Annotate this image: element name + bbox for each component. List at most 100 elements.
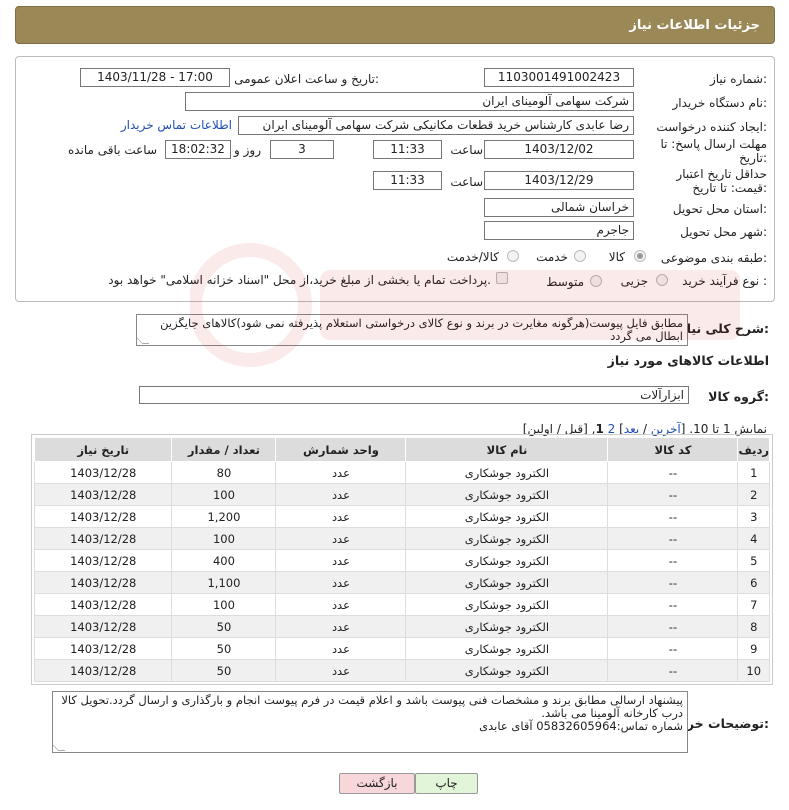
table-cell: 1403/12/28 xyxy=(33,461,173,484)
goods-group-label: گروه کالا: xyxy=(708,389,769,404)
table-cell: عدد xyxy=(275,615,407,638)
table-row: 6 -- الکترود جوشکاری عدد 1,100 1403/12/28 xyxy=(33,571,770,594)
requester-field: رضا عابدی کارشناس خرید قطعات مکانیکی شرک… xyxy=(238,116,634,135)
table-cell: 50 xyxy=(171,659,277,682)
table-cell: الکترود جوشکاری xyxy=(405,593,609,616)
column-header: نام کالا xyxy=(405,437,609,462)
table-cell: 1403/12/28 xyxy=(33,659,173,682)
table-cell: 100 xyxy=(171,593,277,616)
page-header: جزئیات اطلاعات نیاز xyxy=(15,6,775,44)
process-radio-minor[interactable] xyxy=(656,274,668,286)
category-radio-goods[interactable] xyxy=(634,250,646,262)
column-header: واحد شمارش xyxy=(275,437,407,462)
announce-field: 1403/11/28 - 17:00 xyxy=(80,68,230,87)
table-cell: 10 xyxy=(737,659,770,682)
table-cell: 1403/12/28 xyxy=(33,571,173,594)
need-number-field: 1103001491002423 xyxy=(484,68,634,87)
table-cell: 1,200 xyxy=(171,505,277,528)
table-cell: -- xyxy=(607,505,739,528)
table-cell: -- xyxy=(607,527,739,550)
table-cell: -- xyxy=(607,483,739,506)
announce-label: تاریخ و ساعت اعلان عمومی: xyxy=(234,72,379,86)
category-radio-both[interactable] xyxy=(507,250,519,262)
deadline-label: مهلت ارسال پاسخ: تا تاریخ: xyxy=(660,137,767,165)
table-cell: 50 xyxy=(171,637,277,660)
table-cell: الکترود جوشکاری xyxy=(405,461,609,484)
category-option-goods: کالا xyxy=(608,250,625,264)
requester-label: ایجاد کننده درخواست: xyxy=(656,120,767,134)
table-cell: 1403/12/28 xyxy=(33,505,173,528)
table-cell: 50 xyxy=(171,615,277,638)
table-cell: عدد xyxy=(275,461,407,484)
table-cell: 100 xyxy=(171,483,277,506)
column-header: تاریخ نیاز xyxy=(33,437,173,462)
page-title: جزئیات اطلاعات نیاز xyxy=(629,18,760,33)
table-cell: 6 xyxy=(737,571,770,594)
payment-note: پرداخت تمام یا بخشی از مبلغ خرید،از محل … xyxy=(108,273,491,287)
back-button[interactable]: بازگشت xyxy=(339,773,415,794)
goods-section-title: اطلاعات کالاهای مورد نیاز xyxy=(607,353,769,368)
table-cell: عدد xyxy=(275,505,407,528)
table-cell: 2 xyxy=(737,483,770,506)
column-header: تعداد / مقدار xyxy=(171,437,277,462)
deadline-time-label: ساعت xyxy=(450,143,483,157)
table-cell: عدد xyxy=(275,593,407,616)
table-cell: 5 xyxy=(737,549,770,572)
remaining-label: ساعت باقی مانده xyxy=(67,143,157,157)
table-cell: 1403/12/28 xyxy=(33,593,173,616)
table-cell: 1403/12/28 xyxy=(33,483,173,506)
table-header-row: ردیف کد کالا نام کالا واحد شمارش تعداد / مقد… xyxy=(33,437,770,462)
need-number-label: شماره نیاز: xyxy=(709,72,767,86)
summary-label: شرح کلی نیاز: xyxy=(679,321,770,336)
contact-link[interactable]: اطلاعات تماس خریدار xyxy=(121,118,232,132)
summary-textarea[interactable]: مطابق فایل پیوست(هرگونه مغایرت در برند و… xyxy=(136,314,688,346)
category-label: طبقه بندی موضوعی: xyxy=(660,251,767,265)
table-cell: -- xyxy=(607,549,739,572)
table-cell: الکترود جوشکاری xyxy=(405,615,609,638)
table-row: 4 -- الکترود جوشکاری عدد 100 1403/12/28 xyxy=(33,527,770,550)
column-header: ردیف xyxy=(737,437,770,462)
days-field: 3 xyxy=(270,140,334,159)
table-cell: 1403/12/28 xyxy=(33,637,173,660)
items-table: ردیف کد کالا نام کالا واحد شمارش تعداد / مقد… xyxy=(33,437,770,682)
table-cell: عدد xyxy=(275,483,407,506)
table-cell: 1403/12/28 xyxy=(33,615,173,638)
table-cell: عدد xyxy=(275,571,407,594)
table-cell: -- xyxy=(607,615,739,638)
items-table-wrap: ردیف کد کالا نام کالا واحد شمارش تعداد / مقد… xyxy=(31,434,773,685)
table-row: 8 -- الکترود جوشکاری عدد 50 1403/12/28 xyxy=(33,615,770,638)
table-cell: -- xyxy=(607,461,739,484)
table-row: 3 -- الکترود جوشکاری عدد 1,200 1403/12/28 xyxy=(33,505,770,528)
table-cell: عدد xyxy=(275,527,407,550)
validity-label: حداقل تاریخ اعتبار قیمت: تا تاریخ: xyxy=(676,167,767,195)
column-header: کد کالا xyxy=(607,437,739,462)
table-cell: 1403/12/28 xyxy=(33,549,173,572)
category-radio-service[interactable] xyxy=(574,250,586,262)
process-radio-medium[interactable] xyxy=(590,275,602,287)
table-cell: 7 xyxy=(737,593,770,616)
table-cell: 3 xyxy=(737,505,770,528)
treasury-checkbox[interactable] xyxy=(496,272,508,284)
table-cell: -- xyxy=(607,571,739,594)
table-cell: الکترود جوشکاری xyxy=(405,483,609,506)
table-cell: عدد xyxy=(275,549,407,572)
table-row: 10 -- الکترود جوشکاری عدد 50 1403/12/28 xyxy=(33,659,770,682)
table-row: 5 -- الکترود جوشکاری عدد 400 1403/12/28 xyxy=(33,549,770,572)
table-cell: -- xyxy=(607,593,739,616)
buyer-notes-line1: پیشنهاد ارسالی مطابق برند و مشخصات فنی پ… xyxy=(61,693,683,720)
table-row: 1 -- الکترود جوشکاری عدد 80 1403/12/28 xyxy=(33,461,770,484)
buyer-notes-line2: شماره تماس:05832605964 آقای عابدی xyxy=(479,719,683,733)
table-cell: 4 xyxy=(737,527,770,550)
deadline-date-field: 1403/12/02 xyxy=(484,140,634,159)
buyer-notes-textarea[interactable]: پیشنهاد ارسالی مطابق برند و مشخصات فنی پ… xyxy=(52,691,688,753)
table-cell: 100 xyxy=(171,527,277,550)
table-cell: 1 xyxy=(737,461,770,484)
table-cell: 8 xyxy=(737,615,770,638)
buyer-org-label: نام دستگاه خریدار: xyxy=(672,96,768,110)
table-cell: 1403/12/28 xyxy=(33,527,173,550)
print-button[interactable]: چاپ xyxy=(415,773,478,794)
table-cell: عدد xyxy=(275,659,407,682)
summary-text: مطابق فایل پیوست(هرگونه مغایرت در برند و… xyxy=(160,316,683,343)
city-label: شهر محل تحویل: xyxy=(680,225,767,239)
table-cell: -- xyxy=(607,659,739,682)
